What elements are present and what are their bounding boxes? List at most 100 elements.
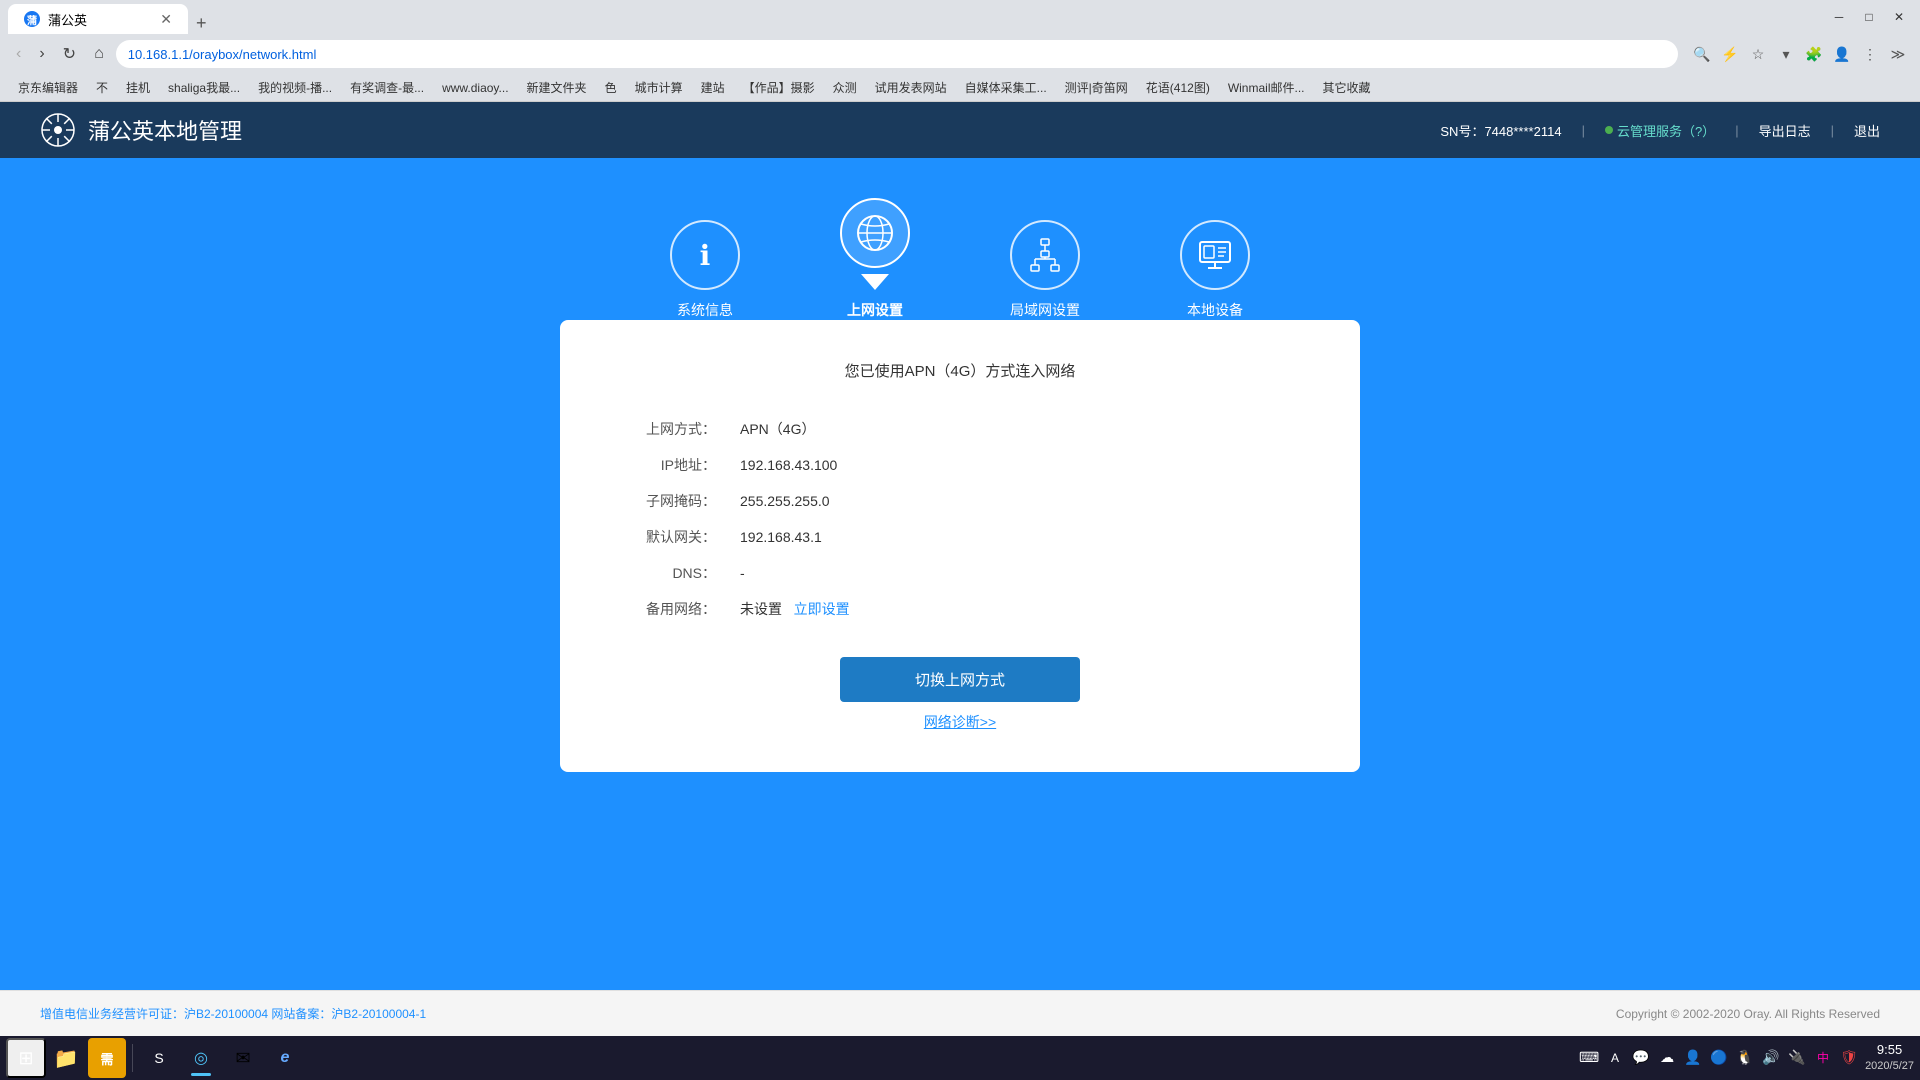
cloud-service-label: 云管理服务（?） xyxy=(1617,121,1715,140)
setup-now-link[interactable]: 立即设置 xyxy=(794,601,850,617)
taskbar-ime-app[interactable]: S xyxy=(139,1038,179,1078)
nav-devices[interactable]: 本地设备 xyxy=(1180,198,1250,320)
app-logo: 蒲公英本地管理 xyxy=(40,112,242,148)
bookmark-9[interactable]: 城市计算 xyxy=(627,77,691,98)
divider-3: | xyxy=(1831,123,1834,138)
new-tab-button[interactable]: + xyxy=(188,13,215,34)
field-value-4: - xyxy=(720,555,1300,591)
bookmark-list-icon[interactable]: ▾ xyxy=(1774,42,1798,66)
taskbar-browser[interactable]: ◎ xyxy=(181,1038,221,1078)
cloud-service-link[interactable]: 云管理服务（?） xyxy=(1605,121,1715,140)
more-icon[interactable]: ≫ xyxy=(1886,42,1910,66)
bookmark-1[interactable]: 不 xyxy=(88,77,116,98)
date-display: 2020/5/27 xyxy=(1865,1059,1914,1074)
bookmark-17[interactable]: Winmail邮件... xyxy=(1220,77,1313,98)
home-button[interactable]: ⌂ xyxy=(88,41,110,67)
cloud-icon[interactable]: ☁ xyxy=(1657,1048,1677,1068)
field-label-1: IP地址： xyxy=(620,447,720,483)
back-button[interactable]: ‹ xyxy=(10,41,27,67)
time-display: 9:55 xyxy=(1865,1041,1914,1059)
keyboard-icon[interactable]: ⌨ xyxy=(1579,1048,1599,1068)
title-bar: 蒲 蒲公英 ✕ + ─ □ ✕ xyxy=(0,0,1920,34)
bookmark-jd[interactable]: 京东编辑器 xyxy=(10,77,86,98)
avatar-icon[interactable]: 🔵 xyxy=(1709,1048,1729,1068)
url-text: 10.168.1.1/oraybox/network.html xyxy=(128,47,1666,62)
header-right: SN号：7448****2114 | 云管理服务（?） | 导出日志 | 退出 xyxy=(1440,121,1880,140)
antivirus-icon[interactable]: 🛡 xyxy=(1839,1048,1859,1068)
bookmark-3[interactable]: shaliga我最... xyxy=(160,77,248,98)
bookmark-15[interactable]: 测评|奇笛网 xyxy=(1057,77,1136,98)
taskbar-mail-app[interactable]: ✉ xyxy=(223,1038,263,1078)
bookmark-11[interactable]: 【作品】摄影 xyxy=(735,77,823,98)
copyright-text: Copyright © 2002-2020 Oray. All Rights R… xyxy=(1616,1007,1880,1021)
divider-2: | xyxy=(1735,123,1738,138)
taskbar-edge[interactable]: e xyxy=(265,1038,305,1078)
taskbar-clock[interactable]: 9:55 2020/5/27 xyxy=(1865,1041,1914,1075)
green-dot-icon xyxy=(1605,126,1613,134)
bookmark-13[interactable]: 试用发表网站 xyxy=(867,77,955,98)
account-icon[interactable]: 👤 xyxy=(1830,42,1854,66)
menu-icon[interactable]: ⋮ xyxy=(1858,42,1882,66)
bookmark-5[interactable]: 有奖调查-最... xyxy=(342,77,432,98)
main-area: ℹ 系统信息 xyxy=(0,158,1920,990)
sysinfo-label: 系统信息 xyxy=(677,300,733,320)
devices-icon xyxy=(1180,220,1250,290)
network-icon xyxy=(840,198,910,268)
bookmark-4[interactable]: 我的视频-播... xyxy=(250,77,340,98)
lightning-icon[interactable]: ⚡ xyxy=(1718,42,1742,66)
battery-icon[interactable]: 🔌 xyxy=(1787,1048,1807,1068)
bookmark-12[interactable]: 众测 xyxy=(825,77,865,98)
devices-label: 本地设备 xyxy=(1187,300,1243,320)
field-label-0: 上网方式： xyxy=(620,411,720,447)
bookmark-star-icon[interactable]: ☆ xyxy=(1746,42,1770,66)
field-value-0: APN（4G） xyxy=(720,411,1300,447)
bookmark-6[interactable]: www.diaoy... xyxy=(434,79,516,97)
user-icon[interactable]: 👤 xyxy=(1683,1048,1703,1068)
field-value-2: 255.255.255.0 xyxy=(720,483,1300,519)
bookmark-7[interactable]: 新建文件夹 xyxy=(519,77,595,98)
switch-connection-button[interactable]: 切换上网方式 xyxy=(840,657,1080,702)
app-header: 蒲公英本地管理 SN号：7448****2114 | 云管理服务（?） | 导出… xyxy=(0,102,1920,158)
input-method-icon[interactable]: 中 xyxy=(1813,1048,1833,1068)
forward-button[interactable]: › xyxy=(33,41,50,67)
table-row: 子网掩码： 255.255.255.0 xyxy=(620,483,1300,519)
restore-button[interactable]: □ xyxy=(1856,4,1882,30)
bookmark-2[interactable]: 挂机 xyxy=(118,77,158,98)
volume-icon[interactable]: 🔊 xyxy=(1761,1048,1781,1068)
logout-link[interactable]: 退出 xyxy=(1854,121,1880,140)
taskbar-file-explorer[interactable]: 📁 xyxy=(46,1038,86,1078)
bookmark-8[interactable]: 色 xyxy=(597,77,625,98)
search-icon[interactable]: 🔍 xyxy=(1690,42,1714,66)
url-bar[interactable]: 10.168.1.1/oraybox/network.html xyxy=(116,40,1678,68)
bookmark-more[interactable]: 其它收藏 xyxy=(1314,77,1378,98)
bookmark-16[interactable]: 花语(412图) xyxy=(1138,77,1218,98)
extensions-icon[interactable]: 🧩 xyxy=(1802,42,1826,66)
lan-label: 局域网设置 xyxy=(1010,300,1080,320)
network-diagnose-link[interactable]: 网络诊断>> xyxy=(620,712,1300,732)
bookmark-14[interactable]: 自媒体采集工... xyxy=(957,77,1055,98)
nav-sysinfo[interactable]: ℹ 系统信息 xyxy=(670,198,740,320)
active-tab[interactable]: 蒲 蒲公英 ✕ xyxy=(8,4,188,34)
taskbar-needs-app[interactable]: 需 xyxy=(88,1038,126,1078)
bookmarks-bar: 京东编辑器 不 挂机 shaliga我最... 我的视频-播... 有奖调查-最… xyxy=(0,74,1920,102)
qq-icon[interactable]: 🐧 xyxy=(1735,1048,1755,1068)
bookmark-10[interactable]: 建站 xyxy=(693,77,733,98)
reload-button[interactable]: ↻ xyxy=(57,40,82,68)
wechat-icon[interactable]: 💬 xyxy=(1631,1048,1651,1068)
export-log-link[interactable]: 导出日志 xyxy=(1759,121,1811,140)
field-value-1: 192.168.43.100 xyxy=(720,447,1300,483)
nav-network[interactable]: 上网设置 xyxy=(840,198,910,320)
tab-title: 蒲公英 xyxy=(48,10,87,29)
language-icon[interactable]: A xyxy=(1605,1048,1625,1068)
minimize-button[interactable]: ─ xyxy=(1826,4,1852,30)
close-button[interactable]: ✕ xyxy=(1886,4,1912,30)
tab-close-button[interactable]: ✕ xyxy=(160,11,172,28)
panel-title: 您已使用APN（4G）方式连入网络 xyxy=(620,360,1300,381)
toolbar-icons: 🔍 ⚡ ☆ ▾ 🧩 👤 ⋮ ≫ xyxy=(1690,42,1910,66)
backup-network-value: 未设置 xyxy=(740,601,782,617)
taskbar-right: ⌨ A 💬 ☁ 👤 🔵 🐧 🔊 🔌 中 🛡 9:55 2020/5/27 xyxy=(1579,1041,1914,1075)
field-label-2: 子网掩码： xyxy=(620,483,720,519)
address-bar: ‹ › ↻ ⌂ 10.168.1.1/oraybox/network.html … xyxy=(0,34,1920,74)
start-button[interactable]: ⊞ xyxy=(6,1038,46,1078)
nav-lan[interactable]: 局域网设置 xyxy=(1010,198,1080,320)
